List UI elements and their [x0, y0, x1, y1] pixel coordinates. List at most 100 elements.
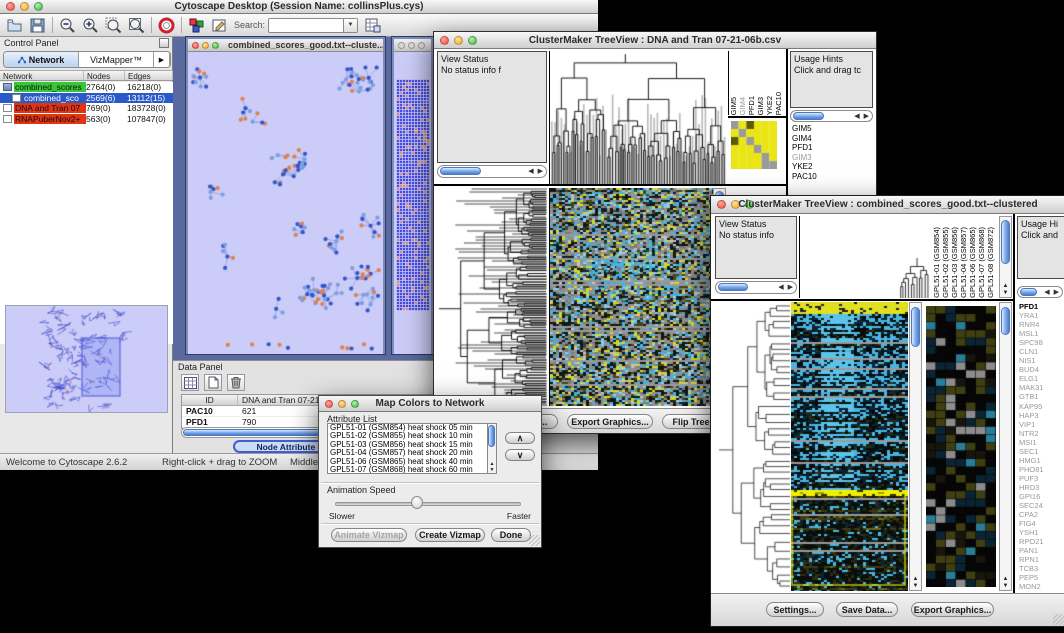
treeview2-titlebar[interactable]: ClusterMaker TreeView : combined_scores_…: [711, 196, 1064, 214]
help-ring-icon[interactable]: [158, 17, 175, 34]
gene-label[interactable]: GPI16: [1019, 492, 1063, 501]
zoom-out-icon[interactable]: [59, 17, 76, 34]
done-button[interactable]: Done: [491, 528, 531, 542]
gene-list-scrollbar[interactable]: ▲▼: [999, 302, 1012, 591]
gene-label[interactable]: PHO81: [1019, 465, 1063, 474]
network-tree-row[interactable]: RNAPuberNov2+563(0)107847(0): [0, 114, 173, 125]
usage-hints-scrollbar[interactable]: ◀ ▶: [1017, 286, 1063, 298]
gene-label[interactable]: YSH1: [1019, 528, 1063, 537]
gene-label[interactable]: FIG4: [1019, 519, 1063, 528]
heatmap-vscrollbar[interactable]: ▲▼: [909, 302, 922, 591]
close-button[interactable]: [398, 42, 405, 49]
scroll-thumb[interactable]: [1001, 220, 1010, 264]
scroll-arrows-icon[interactable]: ▲▼: [1000, 576, 1011, 590]
resize-grip[interactable]: [1053, 614, 1064, 625]
network-tree-row[interactable]: DNA and Tran 07769(0)183728(0): [0, 103, 173, 114]
minimize-button[interactable]: [408, 42, 415, 49]
gene-label[interactable]: GTB1: [1019, 392, 1063, 401]
export-graphics-button[interactable]: Export Graphics...: [911, 602, 994, 617]
gene-label[interactable]: CPA2: [1019, 510, 1063, 519]
float-panel-icon[interactable]: [159, 38, 169, 48]
column-dendrogram-canvas[interactable]: [549, 51, 727, 186]
scroll-arrows-icon[interactable]: ▲▼: [1000, 283, 1011, 297]
gene-label[interactable]: CLN1: [1019, 347, 1063, 356]
background-network-frame[interactable]: [392, 37, 433, 354]
zoom-in-icon[interactable]: [82, 17, 99, 34]
scroll-arrows-icon[interactable]: ◀ ▶: [1044, 288, 1060, 296]
detail-heatmap-canvas[interactable]: [926, 306, 996, 587]
animate-vizmap-button[interactable]: Animate Vizmap: [331, 528, 407, 542]
heatmap-canvas[interactable]: [549, 188, 713, 406]
row-dendrogram-canvas[interactable]: [715, 302, 791, 591]
gene-label[interactable]: PFD1: [1019, 302, 1063, 311]
network-view-canvas[interactable]: [188, 52, 383, 354]
save-session-icon[interactable]: [29, 17, 46, 34]
scroll-arrows-icon[interactable]: ◀ ▶: [778, 283, 794, 291]
scroll-thumb[interactable]: [793, 112, 824, 120]
animation-speed-slider[interactable]: [335, 502, 521, 506]
scroll-thumb[interactable]: [488, 425, 495, 447]
gene-label[interactable]: MSI1: [1019, 438, 1063, 447]
slider-thumb[interactable]: [411, 496, 423, 509]
row-dendrogram-canvas[interactable]: [437, 188, 547, 406]
gene-label[interactable]: RPN1: [1019, 555, 1063, 564]
new-document-icon[interactable]: [204, 374, 222, 391]
network-tree-row[interactable]: combined_scores2764(0)16218(0): [0, 82, 173, 93]
mini-heatmap-canvas[interactable]: [731, 121, 777, 169]
zoom-button[interactable]: [212, 42, 219, 49]
gene-label[interactable]: GIM5: [792, 124, 873, 134]
search-dropdown-icon[interactable]: ▼: [343, 19, 357, 32]
gene-label[interactable]: NIS1: [1019, 356, 1063, 365]
gene-label[interactable]: PAC10: [792, 172, 873, 182]
scroll-thumb[interactable]: [718, 283, 748, 291]
gene-label[interactable]: SEC1: [1019, 447, 1063, 456]
gene-label[interactable]: YKE2: [792, 162, 873, 172]
gene-label[interactable]: MAK31: [1019, 383, 1063, 392]
attribute-list-scrollbar[interactable]: ▲▼: [487, 423, 497, 474]
close-button[interactable]: [192, 42, 199, 49]
column-labels-scrollbar[interactable]: ▲▼: [999, 216, 1012, 298]
gene-label[interactable]: HRD3: [1019, 483, 1063, 492]
network-tree-row[interactable]: combined_sco2569(6)13112(15): [0, 93, 173, 104]
gene-label[interactable]: PEP5: [1019, 573, 1063, 582]
gene-list[interactable]: PFD1YRA1RNR4MSL1SPC98CLN1NIS1BUD4ELG1MAK…: [1017, 302, 1063, 591]
resize-grip[interactable]: [529, 535, 540, 546]
attribute-table-icon[interactable]: [181, 374, 199, 391]
search-input[interactable]: ▼: [268, 18, 358, 33]
usage-hints-scrollbar[interactable]: ◀ ▶: [790, 110, 873, 122]
column-dendrogram-canvas[interactable]: [799, 216, 931, 298]
tab-overflow-arrow[interactable]: ▶: [154, 52, 170, 67]
network-frame-titlebar[interactable]: combined_scores_good.txt--cluste...: [188, 39, 383, 52]
scroll-thumb[interactable]: [911, 307, 920, 347]
scroll-thumb[interactable]: [440, 167, 481, 175]
gene-label[interactable]: PFD1: [792, 143, 873, 153]
edit-annotation-icon[interactable]: [211, 17, 228, 34]
save-data-button[interactable]: Save Data...: [836, 602, 898, 617]
gene-label[interactable]: ELG1: [1019, 374, 1063, 383]
tab-network[interactable]: Network: [4, 52, 79, 67]
background-frame-titlebar[interactable]: [394, 39, 431, 52]
move-up-button[interactable]: ∧: [505, 432, 535, 444]
scroll-arrows-icon[interactable]: ◀ ▶: [528, 167, 544, 175]
minimize-button[interactable]: [202, 42, 209, 49]
zoom-fit-icon[interactable]: [128, 17, 145, 34]
gene-label[interactable]: YRA1: [1019, 311, 1063, 320]
gene-label[interactable]: VIP1: [1019, 420, 1063, 429]
network-overview-canvas[interactable]: [5, 305, 168, 413]
trash-icon[interactable]: [227, 374, 245, 391]
view-status-scrollbar[interactable]: ◀ ▶: [715, 281, 797, 294]
gene-label[interactable]: RPO21: [1019, 537, 1063, 546]
network-table-icon[interactable]: [364, 17, 381, 34]
gene-label[interactable]: KAP95: [1019, 402, 1063, 411]
gene-label[interactable]: MON2: [1019, 582, 1063, 591]
heatmap-canvas[interactable]: [791, 302, 908, 591]
dialog-titlebar[interactable]: Map Colors to Network: [319, 396, 541, 412]
gene-label[interactable]: PAN1: [1019, 546, 1063, 555]
scroll-thumb[interactable]: [1001, 307, 1010, 335]
gene-label[interactable]: HMG1: [1019, 456, 1063, 465]
create-vizmap-button[interactable]: Create Vizmap: [415, 528, 485, 542]
gene-label[interactable]: PUF3: [1019, 474, 1063, 483]
main-titlebar[interactable]: Cytoscape Desktop (Session Name: collins…: [0, 0, 598, 14]
vizmapper-icon[interactable]: [188, 17, 205, 34]
gene-label[interactable]: SEC24: [1019, 501, 1063, 510]
